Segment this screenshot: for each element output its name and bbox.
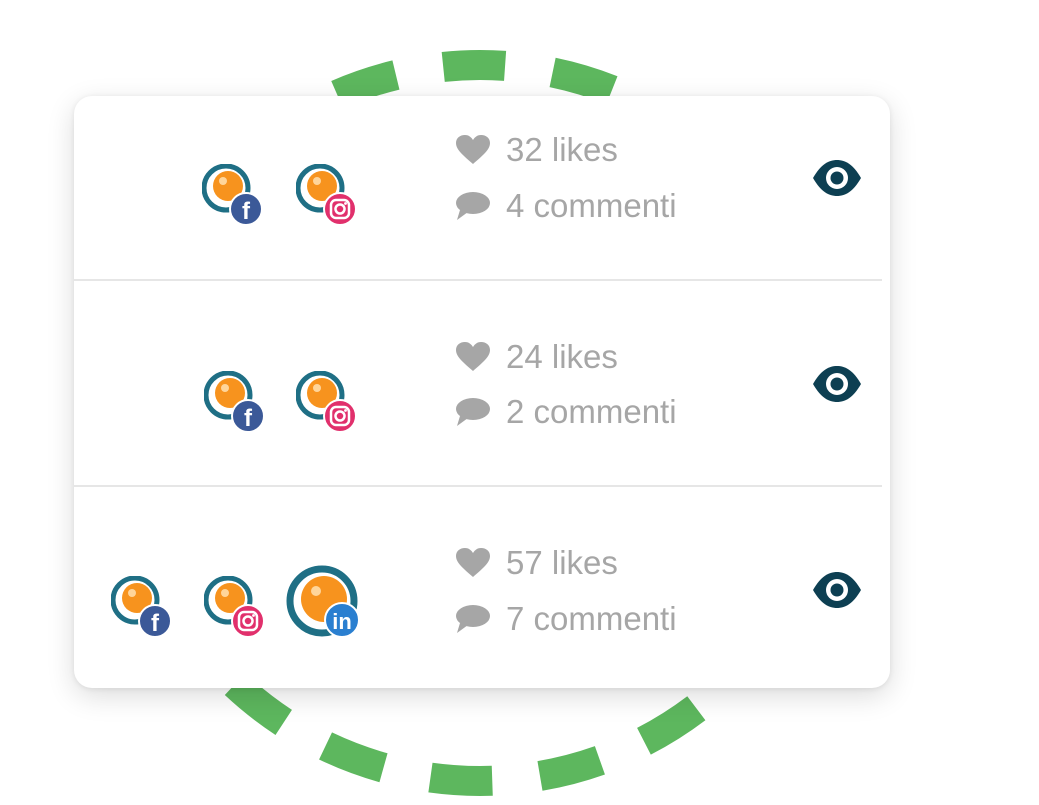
heart-icon (454, 341, 492, 373)
comments-stat: 4 commenti (454, 186, 677, 226)
svg-text:f: f (242, 198, 251, 225)
post-row: f 32 likes 4 commenti (74, 96, 882, 302)
comments-stat: 2 commenti (454, 392, 677, 432)
comments-count: 7 commenti (506, 600, 677, 637)
svg-text:in: in (332, 609, 352, 634)
row-divider (74, 279, 882, 281)
comments-stat: 7 commenti (454, 599, 677, 639)
instagram-profile-avatar[interactable] (204, 576, 270, 642)
likes-stat: 57 likes (454, 543, 618, 583)
posts-card: f 32 likes 4 commenti f 24 likes 2 comme… (74, 96, 890, 688)
likes-count: 24 likes (506, 338, 618, 375)
view-post-button[interactable] (811, 364, 863, 404)
instagram-profile-avatar[interactable] (296, 164, 362, 230)
likes-stat: 32 likes (454, 130, 618, 170)
comment-icon (454, 603, 492, 635)
comments-count: 4 commenti (506, 187, 677, 224)
facebook-profile-avatar[interactable]: f (202, 164, 268, 230)
svg-text:f: f (244, 405, 253, 432)
likes-count: 57 likes (506, 544, 618, 581)
eye-icon (813, 572, 861, 608)
likes-stat: 24 likes (454, 337, 618, 377)
comment-icon (454, 190, 492, 222)
heart-icon (454, 547, 492, 579)
likes-count: 32 likes (506, 131, 618, 168)
eye-icon (813, 160, 861, 196)
row-divider (74, 485, 882, 487)
eye-icon (813, 366, 861, 402)
post-row: f 24 likes 2 commenti (74, 302, 882, 508)
instagram-profile-avatar[interactable] (296, 371, 362, 437)
facebook-profile-avatar[interactable]: f (204, 371, 270, 437)
facebook-profile-avatar[interactable]: f (111, 576, 177, 642)
svg-text:f: f (151, 610, 160, 637)
heart-icon (454, 134, 492, 166)
post-row: f in 57 likes 7 commenti (74, 508, 882, 714)
linkedin-profile-avatar[interactable]: in (286, 565, 362, 641)
comment-icon (454, 396, 492, 428)
view-post-button[interactable] (811, 158, 863, 198)
view-post-button[interactable] (811, 570, 863, 610)
comments-count: 2 commenti (506, 393, 677, 430)
